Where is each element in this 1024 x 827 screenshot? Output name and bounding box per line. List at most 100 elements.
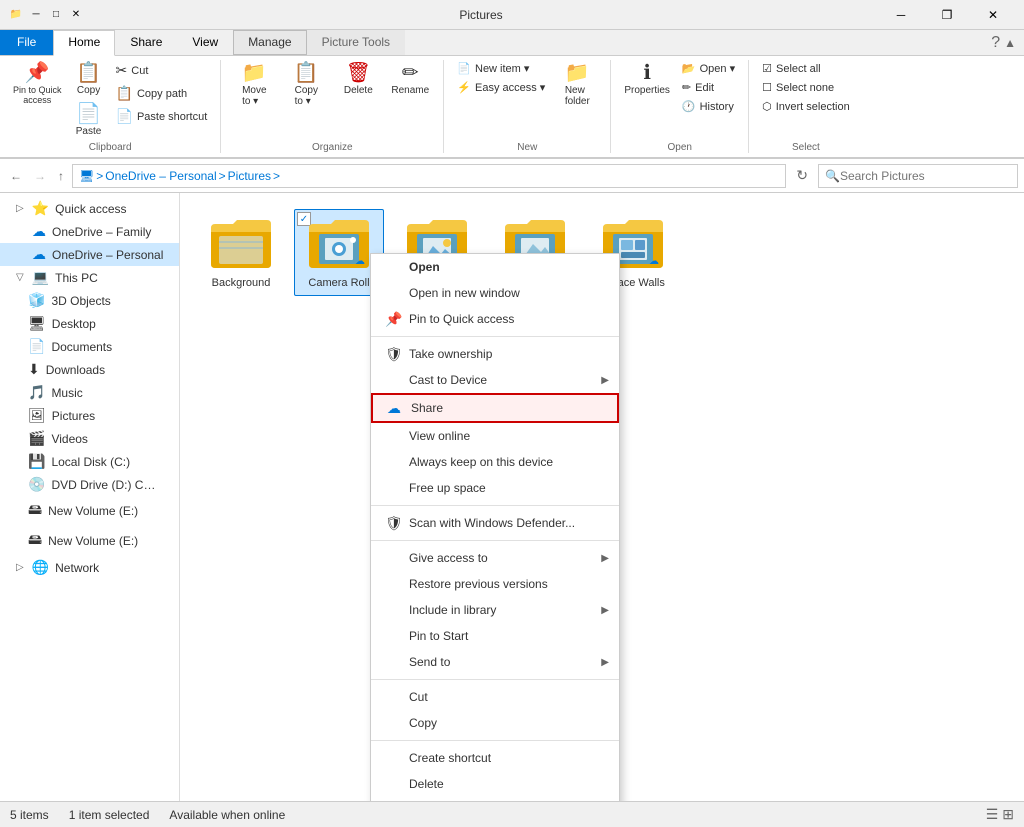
cm-restore-previous[interactable]: Restore previous versions: [371, 571, 619, 597]
forward-button[interactable]: →: [30, 167, 50, 185]
cm-pin-icon: 📌: [385, 311, 401, 327]
ribbon-group-new: 📄 New item ▾ ⚡ Easy access ▾ 📁 Newfolder…: [444, 60, 611, 153]
address-segment-onedrive[interactable]: OneDrive – Personal: [105, 169, 216, 183]
cm-open-new-window[interactable]: Open in new window: [371, 280, 619, 306]
sidebar-item-quick-access[interactable]: ▷ ⭐ Quick access: [0, 197, 179, 220]
cm-view-online[interactable]: View online: [371, 423, 619, 449]
paste-button[interactable]: 📄 Paste: [69, 101, 109, 140]
sidebar-item-music[interactable]: 🎵 Music: [0, 381, 179, 404]
select-content: ☑ Select all ☐ Select none ⬡ Invert sele…: [757, 60, 855, 140]
cm-cut[interactable]: Cut: [371, 684, 619, 710]
sidebar-item-dvd-drive[interactable]: 💿 DVD Drive (D:) CCCOMA: [0, 473, 179, 496]
details-view-button[interactable]: ☰: [986, 806, 999, 823]
copy-button[interactable]: 📋 Copy: [69, 60, 109, 99]
properties-button[interactable]: ℹ Properties: [619, 60, 675, 99]
easy-access-button[interactable]: ⚡ Easy access ▾: [452, 79, 550, 96]
title-bar-controls: ─ ❐ ✕: [878, 0, 1016, 30]
cut-button[interactable]: ✂ Cut: [111, 60, 213, 81]
music-icon: 🎵: [28, 384, 45, 401]
cm-separator-3: [371, 540, 619, 541]
cm-include-library[interactable]: Include in library ▶: [371, 597, 619, 623]
search-box[interactable]: 🔍: [818, 164, 1018, 188]
new-folder-button[interactable]: 📁 Newfolder: [552, 60, 602, 110]
status-item-count: 5 items: [10, 808, 49, 822]
sidebar-item-videos[interactable]: 🎬 Videos: [0, 427, 179, 450]
ribbon-collapse-icon[interactable]: ▲: [1004, 36, 1016, 50]
sidebar-item-desktop[interactable]: 🖥 Desktop: [0, 312, 179, 335]
restore-button[interactable]: ❐: [924, 0, 970, 30]
address-segment-root[interactable]: 🖥: [79, 169, 94, 183]
cm-copy[interactable]: Copy: [371, 710, 619, 736]
cm-separator-2: [371, 505, 619, 506]
file-area[interactable]: Background ✓ ☁ Camera Roll: [180, 193, 1024, 801]
up-button[interactable]: ↑: [54, 167, 68, 185]
minimize-button[interactable]: ─: [878, 0, 924, 30]
cm-open[interactable]: Open: [371, 254, 619, 280]
cm-create-shortcut[interactable]: Create shortcut: [371, 745, 619, 771]
copy-path-icon: 📋: [116, 85, 133, 102]
cm-free-up-space[interactable]: Free up space: [371, 475, 619, 501]
cm-cut-icon: [385, 689, 401, 705]
pin-quick-access-button[interactable]: 📌 Pin to Quickaccess: [8, 60, 67, 108]
close-button[interactable]: ✕: [970, 0, 1016, 30]
cm-pin-start[interactable]: Pin to Start: [371, 623, 619, 649]
copy-to-button[interactable]: 📋 Copyto ▾: [281, 60, 331, 110]
large-icons-view-button[interactable]: ⊞: [1002, 806, 1014, 823]
sidebar-item-onedrive-personal[interactable]: ☁ OneDrive – Personal: [0, 243, 179, 266]
history-button[interactable]: 🕐 History: [677, 98, 740, 115]
sidebar-item-network[interactable]: ▷ 🌐 Network: [0, 556, 179, 579]
invert-selection-button[interactable]: ⬡ Invert selection: [757, 98, 855, 115]
folder-background[interactable]: Background: [196, 209, 286, 296]
select-all-button[interactable]: ☑ Select all: [757, 60, 855, 77]
sidebar-item-3d-objects[interactable]: 🧊 3D Objects: [0, 289, 179, 312]
cm-cast-to-device[interactable]: Cast to Device ▶: [371, 367, 619, 393]
status-availability: Available when online: [169, 808, 285, 822]
cm-separator-5: [371, 740, 619, 741]
cm-share[interactable]: ☁ Share: [371, 393, 619, 423]
sidebar-item-pictures[interactable]: 🖼 Pictures: [0, 404, 179, 427]
edit-button[interactable]: ✏ Edit: [677, 79, 740, 96]
folder-camera-roll-name: Camera Roll: [308, 277, 369, 289]
cm-send-to[interactable]: Send to ▶: [371, 649, 619, 675]
cm-give-access-icon: [385, 550, 401, 566]
sidebar-item-this-pc[interactable]: ▽ 💻 This PC: [0, 266, 179, 289]
address-bar: ← → ↑ 🖥 > OneDrive – Personal > Pictures…: [0, 159, 1024, 193]
copy-path-button[interactable]: 📋 Copy path: [111, 83, 213, 104]
tab-share[interactable]: Share: [115, 30, 177, 55]
cm-rename[interactable]: Rename: [371, 797, 619, 801]
sidebar-item-onedrive-family[interactable]: ☁ OneDrive – Family: [0, 220, 179, 243]
cm-pin-quick-access[interactable]: 📌 Pin to Quick access: [371, 306, 619, 332]
cm-copy-icon: [385, 715, 401, 731]
cm-take-ownership[interactable]: 🛡 Take ownership: [371, 341, 619, 367]
cm-give-access[interactable]: Give access to ▶: [371, 545, 619, 571]
rename-button[interactable]: ✏ Rename: [385, 60, 435, 99]
move-to-button[interactable]: 📁 Moveto ▾: [229, 60, 279, 110]
tab-view[interactable]: View: [177, 30, 233, 55]
tab-picture-tools[interactable]: Picture Tools: [307, 30, 405, 55]
folder-background-icon: [209, 216, 273, 273]
select-none-button[interactable]: ☐ Select none: [757, 79, 855, 96]
sidebar-item-new-volume-e2[interactable]: 🖴 New Volume (E:): [0, 526, 179, 556]
open-button[interactable]: 📂 Open ▾: [677, 60, 740, 77]
delete-button[interactable]: 🗑 Delete: [333, 60, 383, 99]
sidebar-item-downloads[interactable]: ⬇ Downloads: [0, 358, 179, 381]
sidebar-item-new-volume-e1[interactable]: 🖴 New Volume (E:): [0, 496, 179, 526]
address-path[interactable]: 🖥 > OneDrive – Personal > Pictures >: [72, 164, 786, 188]
back-button[interactable]: ←: [6, 167, 26, 185]
paste-shortcut-button[interactable]: 📄 Paste shortcut: [111, 106, 213, 127]
tab-file[interactable]: File: [0, 30, 53, 55]
sidebar-item-documents[interactable]: 📄 Documents: [0, 335, 179, 358]
tab-manage[interactable]: Manage: [233, 30, 306, 55]
address-segment-pictures[interactable]: Pictures: [228, 169, 271, 183]
new-item-button[interactable]: 📄 New item ▾: [452, 60, 550, 77]
cm-always-keep[interactable]: Always keep on this device: [371, 449, 619, 475]
search-input[interactable]: [840, 169, 1011, 183]
tab-home[interactable]: Home: [53, 30, 115, 56]
sidebar-item-local-disk-c[interactable]: 💾 Local Disk (C:): [0, 450, 179, 473]
cm-scan-defender[interactable]: 🛡 Scan with Windows Defender...: [371, 510, 619, 536]
refresh-button[interactable]: ↻: [790, 165, 814, 186]
easy-access-icon: ⚡: [457, 81, 471, 94]
help-icon[interactable]: ?: [991, 34, 1000, 52]
cm-delete[interactable]: Delete: [371, 771, 619, 797]
cm-delete-icon: [385, 776, 401, 792]
